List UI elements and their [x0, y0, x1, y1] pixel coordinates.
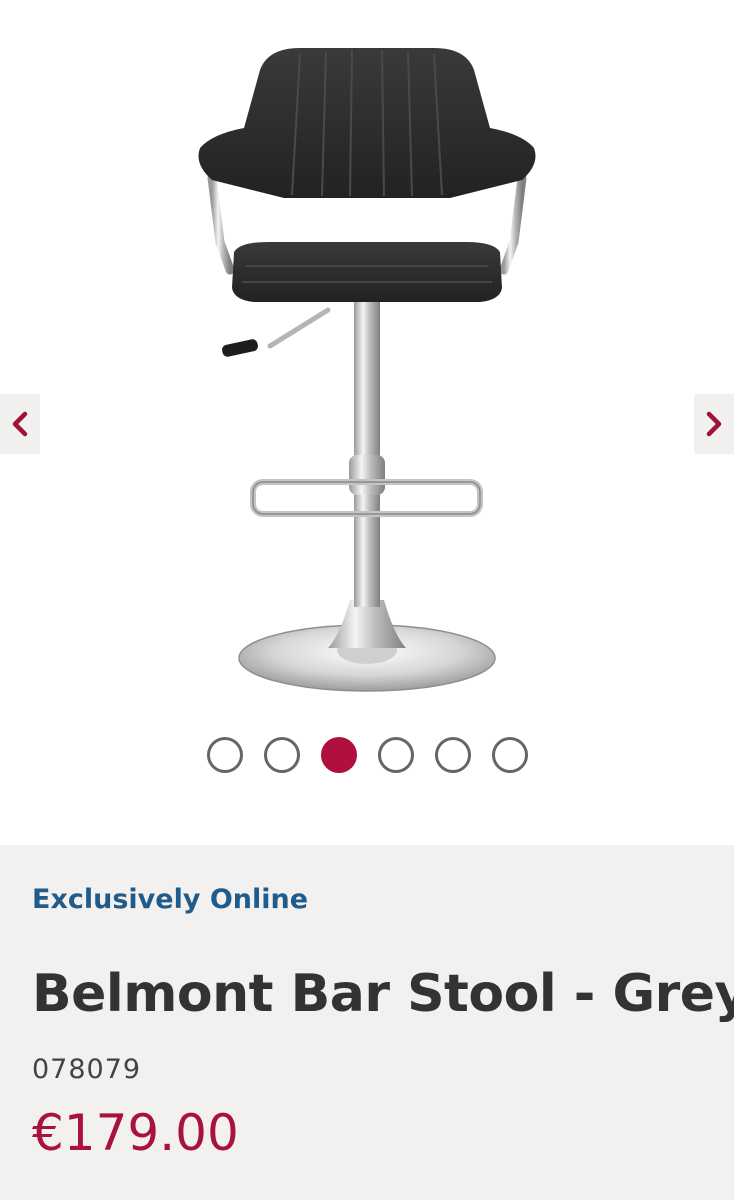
pagination-dot-4[interactable]: [377, 737, 414, 773]
chevron-left-icon: [12, 411, 28, 437]
exclusively-online-badge: Exclusively Online: [32, 884, 309, 915]
pagination-dot-6[interactable]: [491, 737, 528, 773]
pagination-dot-1[interactable]: [206, 737, 243, 773]
pagination-dot-3[interactable]: [320, 737, 357, 773]
product-image: [198, 48, 536, 692]
product-sku: 078079: [32, 1054, 142, 1085]
product-price: €179.00: [32, 1104, 239, 1162]
image-pagination-dots: [0, 735, 734, 779]
product-image-gallery: [0, 0, 734, 845]
chevron-right-icon: [706, 411, 722, 437]
pagination-dot-5[interactable]: [434, 737, 471, 773]
product-title: Belmont Bar Stool - Grey: [32, 964, 734, 1024]
previous-image-button[interactable]: [0, 394, 40, 454]
pagination-dot-2[interactable]: [263, 737, 300, 773]
next-image-button[interactable]: [694, 394, 734, 454]
